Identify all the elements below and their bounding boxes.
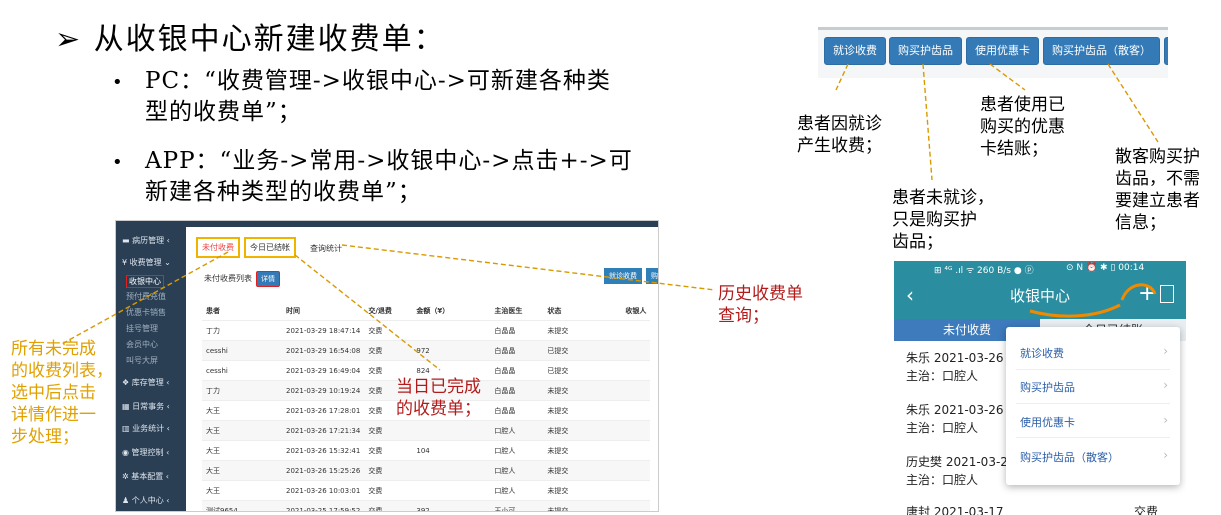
title-underline-mark [1029,303,1121,318]
callout-line-card [989,63,1026,91]
callout-line-history [341,244,716,291]
callout-line-guest [1107,63,1159,143]
callout-line-today [294,254,441,371]
callout-line-visit [835,63,849,91]
callout-line-unpaid [59,251,229,346]
plus-highlight-mark [1120,283,1157,301]
callout-line-product [922,63,933,181]
callout-lines [59,63,1159,371]
